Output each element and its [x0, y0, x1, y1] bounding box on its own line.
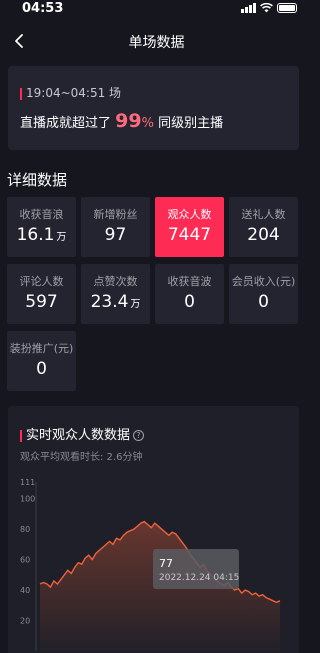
stat-tile-likes[interactable]: 点赞次数 23.4 万 — [81, 264, 150, 324]
stat-value: 0 — [36, 359, 47, 379]
accent-bar — [20, 87, 22, 100]
stat-value: 0 — [184, 292, 195, 312]
ranking-suffix: 同级别主播 — [158, 116, 224, 131]
stat-label: 新增粉丝 — [93, 208, 138, 221]
nav-bar: 单场数据 — [0, 28, 313, 54]
stat-tile-viewers[interactable]: 观众人数 7447 — [155, 197, 224, 257]
y-tick-label: 40 — [20, 586, 30, 595]
signal-icon — [241, 3, 256, 13]
stat-label: 送礼人数 — [241, 208, 286, 221]
stat-value: 597 — [25, 292, 58, 312]
ranking-number: 99 — [115, 110, 142, 132]
summary-card: 19:04~04:51 场 直播成就超过了 99% 同级别主播 — [8, 66, 299, 150]
y-tick-label: 60 — [20, 556, 30, 565]
stat-tile-sound-waves[interactable]: 收获音波 0 — [155, 264, 224, 324]
y-tick-label: 20 — [20, 617, 30, 626]
status-bar: 04:53 — [0, 0, 313, 18]
stat-tile-member-income[interactable]: 会员收入(元) 0 — [229, 264, 298, 324]
page-title: 单场数据 — [128, 35, 185, 51]
stat-value: 97 — [104, 225, 127, 245]
y-tick-label: 111 — [20, 478, 35, 487]
stat-value: 204 — [247, 225, 280, 245]
ranking-text: 直播成就超过了 99% 同级别主播 — [20, 110, 223, 132]
stat-tile-gifters[interactable]: 送礼人数 204 — [229, 197, 298, 257]
stat-tile-commenters[interactable]: 评论人数 597 — [7, 264, 76, 324]
time-range-text: 19:04~04:51 场 — [26, 86, 122, 100]
wifi-icon — [260, 3, 273, 13]
stat-label: 点赞次数 — [93, 275, 138, 288]
stat-label: 观众人数 — [167, 208, 212, 221]
ranking-percent: % — [141, 116, 154, 131]
stat-tile-dress-promotion[interactable]: 装扮推广(元) 0 — [7, 331, 76, 391]
stat-value: 7447 — [167, 225, 212, 245]
stat-label: 装扮推广(元) — [9, 342, 74, 355]
tooltip-time: 2022.12.24 04:15 — [159, 573, 240, 583]
stat-label: 会员收入(元) — [231, 275, 296, 288]
chart-tooltip: 77 2022.12.24 04:15 — [153, 549, 239, 589]
stat-value: 16.1 万 — [16, 225, 67, 245]
y-tick-label: 100 — [20, 495, 35, 504]
ranking-prefix: 直播成就超过了 — [20, 116, 112, 131]
viewer-line-chart[interactable]: 111 100 80 60 40 20 — [8, 406, 299, 653]
battery-icon — [277, 3, 297, 13]
session-time-range: 19:04~04:51 场 — [20, 84, 121, 101]
tooltip-value: 77 — [159, 557, 173, 570]
y-tick-label: 80 — [20, 525, 30, 534]
details-section-title: 详细数据 — [7, 171, 68, 189]
stat-tile-gift-income[interactable]: 收获音浪 16.1 万 — [7, 197, 76, 257]
status-time: 04:53 — [22, 1, 64, 16]
stat-value: 0 — [258, 292, 269, 312]
stat-value: 23.4 万 — [90, 292, 141, 312]
stat-label: 收获音波 — [167, 275, 212, 288]
stat-label: 评论人数 — [19, 275, 64, 288]
stat-label: 收获音浪 — [19, 208, 64, 221]
realtime-chart-card: 实时观众人数数据? 观众平均观看时长: 2.6分钟 111 100 80 60 40 20… — [8, 406, 299, 653]
stat-tile-new-fans[interactable]: 新增粉丝 97 — [81, 197, 150, 257]
status-icons — [241, 3, 297, 13]
